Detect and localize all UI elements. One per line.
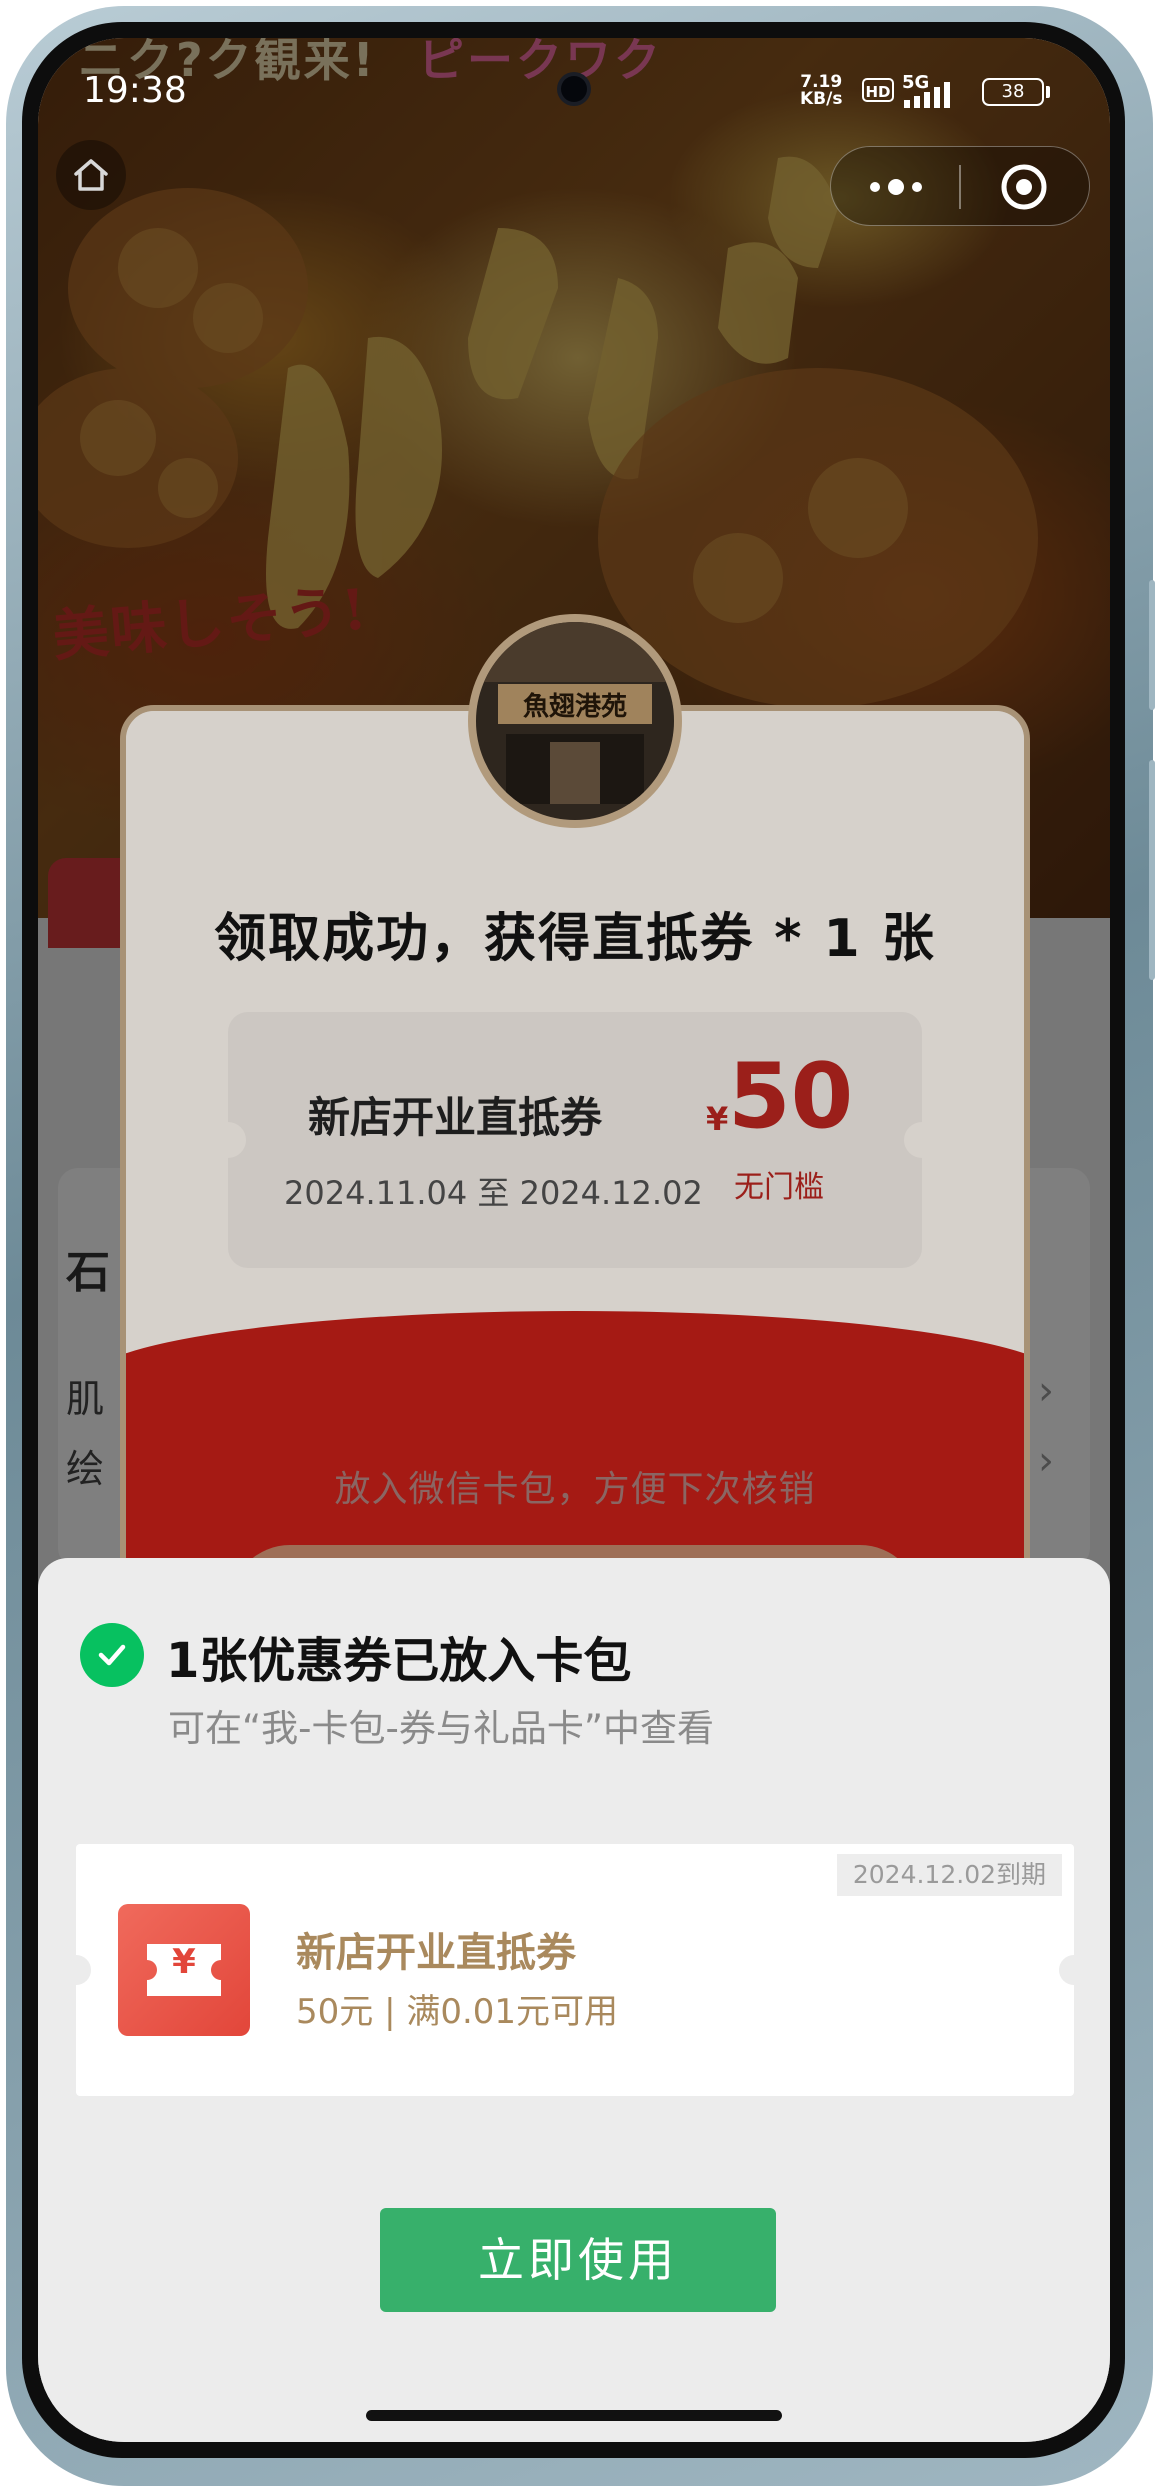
- ticket-icon: ¥: [118, 1904, 250, 2036]
- card-coupon-desc: 50元 | 满0.01元可用: [296, 1992, 619, 2032]
- front-camera: [561, 76, 587, 102]
- coupon-notch: [210, 1122, 246, 1158]
- card-notch: [61, 1955, 91, 1985]
- coupon-date-range: 2024.11.04 至 2024.12.02: [284, 1168, 703, 1214]
- coupon-amount: 50: [728, 1044, 854, 1149]
- avatar-sign: 魚翅港苑: [522, 692, 627, 722]
- card-coupon-name: 新店开业直抵券: [296, 1930, 576, 1976]
- network-speed: 7.19 KB/s: [800, 74, 842, 108]
- coupon-date-sep: 至: [477, 1174, 510, 1212]
- battery-tip: [1046, 86, 1050, 98]
- network-speed-unit: KB/s: [800, 89, 843, 109]
- home-button[interactable]: [56, 140, 126, 210]
- signal-icon: [904, 82, 950, 108]
- card-notch: [1059, 1955, 1089, 1985]
- side-button: [1149, 760, 1155, 980]
- check-icon: [80, 1623, 144, 1687]
- capsule-menu: [830, 146, 1090, 226]
- capsule-divider: [959, 165, 961, 209]
- use-now-button[interactable]: 立即使用: [380, 2208, 776, 2312]
- more-dots-icon[interactable]: [861, 169, 931, 205]
- coupon-list-item[interactable]: 2024.12.02到期 ¥ 新店开业直抵券 50元 | 满0.01元可用: [61, 1844, 1089, 2096]
- coupon-name: 新店开业直抵券: [308, 1093, 603, 1142]
- status-time: 19:38: [83, 70, 187, 111]
- target-close-icon[interactable]: [999, 162, 1049, 212]
- home-indicator[interactable]: [366, 2410, 782, 2421]
- coupon-currency: ¥: [706, 1100, 729, 1138]
- phone-screen: ニク?ク観来! ピークワク 美味しそう! 石 肌 绘 › › 19:38 7.1…: [38, 38, 1110, 2442]
- coupon-date-end: 2024.12.02: [519, 1174, 703, 1212]
- modal-hint: 放入微信卡包，方便下次核销: [334, 1469, 816, 1510]
- coupon-date-start: 2024.11.04: [284, 1174, 468, 1212]
- side-button: [1149, 580, 1155, 710]
- home-icon: [74, 159, 108, 191]
- coupon-notch: [904, 1122, 940, 1158]
- ticket-symbol: ¥: [172, 1942, 196, 1982]
- hd-icon: HD: [862, 78, 894, 102]
- sheet-title: 1张优惠券已放入卡包: [166, 1633, 632, 1689]
- store-avatar: 魚翅港苑: [468, 614, 682, 828]
- sheet-subtitle: 可在“我-卡包-券与礼品卡”中查看: [168, 1707, 715, 1750]
- battery-level: 38: [1001, 81, 1025, 102]
- battery-icon: 38: [982, 78, 1044, 106]
- modal-title: 领取成功，获得直抵券 * 1 张: [214, 909, 936, 969]
- coupon-condition: 无门槛: [734, 1170, 824, 1205]
- expire-badge: 2024.12.02到期: [836, 1854, 1062, 1896]
- coupon-card: 新店开业直抵券 2024.11.04 至 2024.12.02 ¥ 50 无门槛: [210, 1012, 940, 1268]
